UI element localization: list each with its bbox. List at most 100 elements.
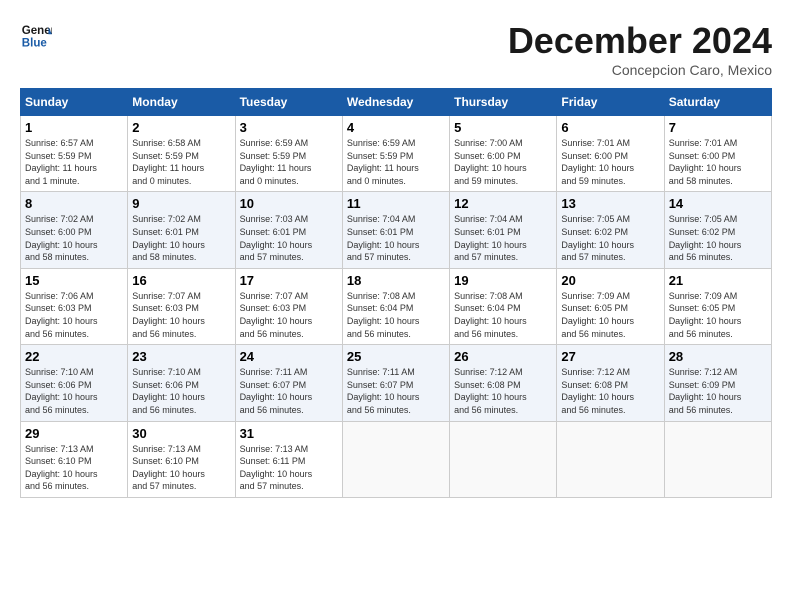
day-info: Sunrise: 6:57 AM Sunset: 5:59 PM Dayligh… [25,137,123,187]
day-info: Sunrise: 7:02 AM Sunset: 6:01 PM Dayligh… [132,213,230,263]
col-monday: Monday [128,89,235,116]
calendar-cell: 26 Sunrise: 7:12 AM Sunset: 6:08 PM Dayli… [450,345,557,421]
day-number: 15 [25,273,123,288]
calendar-cell: 21Sunrise: 7:09 AM Sunset: 6:05 PM Dayli… [664,268,771,344]
calendar-cell: 30Sunrise: 7:13 AM Sunset: 6:10 PM Dayli… [128,421,235,497]
location: Concepcion Caro, Mexico [508,62,772,78]
calendar-cell: 13Sunrise: 7:05 AM Sunset: 6:02 PM Dayli… [557,192,664,268]
logo: General Blue [20,20,52,52]
day-number: 18 [347,273,445,288]
calendar-cell: 17 Sunrise: 7:07 AM Sunset: 6:03 PM Dayli… [235,268,342,344]
day-number: 4 [347,120,445,135]
day-info: Sunrise: 7:10 AM Sunset: 6:06 PM Dayligh… [132,366,230,416]
calendar-header: Sunday Monday Tuesday Wednesday Thursday… [21,89,772,116]
day-number: 5 [454,120,552,135]
day-number: 17 [240,273,338,288]
calendar-cell: 23 Sunrise: 7:10 AM Sunset: 6:06 PM Dayli… [128,345,235,421]
page-header: General Blue December 2024 Concepcion Ca… [20,20,772,78]
day-number: 29 [25,426,123,441]
day-number: 28 [669,349,767,364]
svg-text:Blue: Blue [22,38,48,50]
calendar-cell: 6 Sunrise: 7:01 AM Sunset: 6:00 PM Daylig… [557,116,664,192]
day-info: Sunrise: 7:04 AM Sunset: 6:01 PM Dayligh… [347,213,445,263]
day-number: 20 [561,273,659,288]
calendar-cell: 29 Sunrise: 7:13 AM Sunset: 6:10 PM Dayli… [21,421,128,497]
calendar-cell: 22Sunrise: 7:10 AM Sunset: 6:06 PM Dayli… [21,345,128,421]
calendar-cell [450,421,557,497]
calendar-cell: 24Sunrise: 7:11 AM Sunset: 6:07 PM Dayli… [235,345,342,421]
calendar-cell: 1 Sunrise: 6:57 AM Sunset: 5:59 PM Daylig… [21,116,128,192]
day-info: Sunrise: 7:06 AM Sunset: 6:03 PM Dayligh… [25,290,123,340]
day-number: 1 [25,120,123,135]
month-title: December 2024 [508,20,772,62]
calendar-cell: 5 Sunrise: 7:00 AM Sunset: 6:00 PM Daylig… [450,116,557,192]
svg-text:General: General [22,25,52,37]
day-number: 19 [454,273,552,288]
day-info: Sunrise: 7:13 AM Sunset: 6:10 PM Dayligh… [25,443,123,493]
calendar-cell: 20 Sunrise: 7:09 AM Sunset: 6:05 PM Dayli… [557,268,664,344]
day-info: Sunrise: 7:01 AM Sunset: 6:00 PM Dayligh… [561,137,659,187]
day-number: 23 [132,349,230,364]
calendar-cell: 28 Sunrise: 7:12 AM Sunset: 6:09 PM Dayli… [664,345,771,421]
col-friday: Friday [557,89,664,116]
calendar-cell [664,421,771,497]
calendar-cell: 14 Sunrise: 7:05 AM Sunset: 6:02 PM Dayli… [664,192,771,268]
calendar-cell: 4Sunrise: 6:59 AM Sunset: 5:59 PM Daylig… [342,116,449,192]
day-number: 25 [347,349,445,364]
day-number: 30 [132,426,230,441]
day-info: Sunrise: 7:07 AM Sunset: 6:03 PM Dayligh… [240,290,338,340]
day-number: 7 [669,120,767,135]
day-info: Sunrise: 7:09 AM Sunset: 6:05 PM Dayligh… [561,290,659,340]
day-info: Sunrise: 7:00 AM Sunset: 6:00 PM Dayligh… [454,137,552,187]
day-info: Sunrise: 6:59 AM Sunset: 5:59 PM Dayligh… [240,137,338,187]
calendar-body: 1 Sunrise: 6:57 AM Sunset: 5:59 PM Daylig… [21,116,772,498]
col-thursday: Thursday [450,89,557,116]
day-info: Sunrise: 7:03 AM Sunset: 6:01 PM Dayligh… [240,213,338,263]
col-tuesday: Tuesday [235,89,342,116]
day-info: Sunrise: 7:08 AM Sunset: 6:04 PM Dayligh… [454,290,552,340]
day-info: Sunrise: 7:13 AM Sunset: 6:11 PM Dayligh… [240,443,338,493]
day-info: Sunrise: 7:09 AM Sunset: 6:05 PM Dayligh… [669,290,767,340]
calendar-cell: 7 Sunrise: 7:01 AM Sunset: 6:00 PM Daylig… [664,116,771,192]
day-info: Sunrise: 7:02 AM Sunset: 6:00 PM Dayligh… [25,213,123,263]
day-info: Sunrise: 7:11 AM Sunset: 6:07 PM Dayligh… [240,366,338,416]
day-info: Sunrise: 7:12 AM Sunset: 6:09 PM Dayligh… [669,366,767,416]
day-number: 11 [347,196,445,211]
calendar-cell: 9 Sunrise: 7:02 AM Sunset: 6:01 PM Daylig… [128,192,235,268]
day-info: Sunrise: 7:05 AM Sunset: 6:02 PM Dayligh… [561,213,659,263]
calendar-cell: 19 Sunrise: 7:08 AM Sunset: 6:04 PM Dayli… [450,268,557,344]
day-number: 6 [561,120,659,135]
calendar-cell: 25 Sunrise: 7:11 AM Sunset: 6:07 PM Dayli… [342,345,449,421]
calendar-cell: 11 Sunrise: 7:04 AM Sunset: 6:01 PM Dayli… [342,192,449,268]
day-number: 22 [25,349,123,364]
day-number: 3 [240,120,338,135]
day-number: 26 [454,349,552,364]
calendar-week-row: 8 Sunrise: 7:02 AM Sunset: 6:00 PM Daylig… [21,192,772,268]
day-number: 2 [132,120,230,135]
calendar-cell: 16Sunrise: 7:07 AM Sunset: 6:03 PM Dayli… [128,268,235,344]
day-number: 12 [454,196,552,211]
day-info: Sunrise: 7:11 AM Sunset: 6:07 PM Dayligh… [347,366,445,416]
col-sunday: Sunday [21,89,128,116]
header-row: Sunday Monday Tuesday Wednesday Thursday… [21,89,772,116]
day-info: Sunrise: 7:07 AM Sunset: 6:03 PM Dayligh… [132,290,230,340]
calendar-cell: 2 Sunrise: 6:58 AM Sunset: 5:59 PM Daylig… [128,116,235,192]
day-number: 14 [669,196,767,211]
calendar-cell: 8 Sunrise: 7:02 AM Sunset: 6:00 PM Daylig… [21,192,128,268]
day-info: Sunrise: 7:12 AM Sunset: 6:08 PM Dayligh… [454,366,552,416]
calendar-week-row: 1 Sunrise: 6:57 AM Sunset: 5:59 PM Daylig… [21,116,772,192]
calendar-table: Sunday Monday Tuesday Wednesday Thursday… [20,88,772,498]
day-info: Sunrise: 7:08 AM Sunset: 6:04 PM Dayligh… [347,290,445,340]
calendar-cell: 18 Sunrise: 7:08 AM Sunset: 6:04 PM Dayli… [342,268,449,344]
calendar-cell: 3 Sunrise: 6:59 AM Sunset: 5:59 PM Daylig… [235,116,342,192]
day-info: Sunrise: 7:04 AM Sunset: 6:01 PM Dayligh… [454,213,552,263]
day-number: 27 [561,349,659,364]
calendar-cell: 12 Sunrise: 7:04 AM Sunset: 6:01 PM Dayli… [450,192,557,268]
day-info: Sunrise: 6:58 AM Sunset: 5:59 PM Dayligh… [132,137,230,187]
calendar-cell: 10Sunrise: 7:03 AM Sunset: 6:01 PM Dayli… [235,192,342,268]
day-number: 9 [132,196,230,211]
day-info: Sunrise: 7:05 AM Sunset: 6:02 PM Dayligh… [669,213,767,263]
day-info: Sunrise: 7:01 AM Sunset: 6:00 PM Dayligh… [669,137,767,187]
calendar-cell: 27Sunrise: 7:12 AM Sunset: 6:08 PM Dayli… [557,345,664,421]
day-number: 8 [25,196,123,211]
